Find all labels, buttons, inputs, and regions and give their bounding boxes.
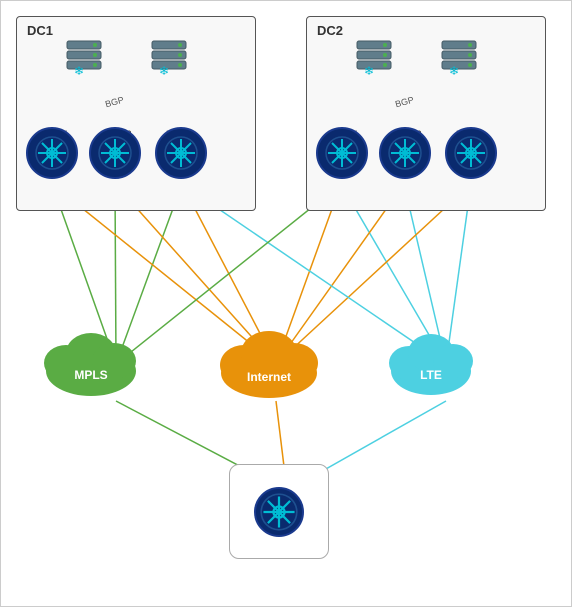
- internet-label: Internet: [247, 370, 291, 384]
- dc2-box: DC2 BGP ❄ ❄: [306, 16, 546, 211]
- svg-text:❄: ❄: [364, 64, 374, 77]
- svg-text:❄: ❄: [159, 64, 169, 77]
- dc1-box: DC1 BGP ❄ ❄: [16, 16, 256, 211]
- dc2-label: DC2: [317, 23, 343, 38]
- lte-cloud: LTE: [381, 321, 481, 406]
- dc1-label: DC1: [27, 23, 53, 38]
- dc2-bgp-label: BGP: [394, 95, 415, 110]
- dc1-router1: ASR R1: [36, 127, 69, 139]
- dc2-server1: ❄: [355, 39, 393, 82]
- dc2-router3: ISR R3: [456, 127, 485, 139]
- svg-text:❄: ❄: [449, 64, 459, 77]
- dc2-router2: ASR R2: [389, 127, 422, 139]
- lte-label: LTE: [420, 368, 442, 382]
- mpls-cloud: MPLS: [36, 321, 146, 406]
- dc1-bgp-label: BGP: [104, 95, 125, 110]
- mpls-label: MPLS: [74, 368, 107, 382]
- dc1-router3: ISR R3: [166, 127, 195, 139]
- dc2-router1: ASR R1: [326, 127, 359, 139]
- svg-text:❄: ❄: [74, 64, 84, 77]
- diagram-container: DC1 BGP ❄ ❄: [0, 0, 572, 607]
- internet-cloud: Internet: [209, 321, 329, 406]
- dc2-server2: ❄: [440, 39, 478, 82]
- dc1-server2: ❄: [150, 39, 188, 82]
- branch-box: Branch: [229, 464, 329, 559]
- dc1-router2: ASR R2: [99, 127, 132, 139]
- dc1-server1: ❄: [65, 39, 103, 82]
